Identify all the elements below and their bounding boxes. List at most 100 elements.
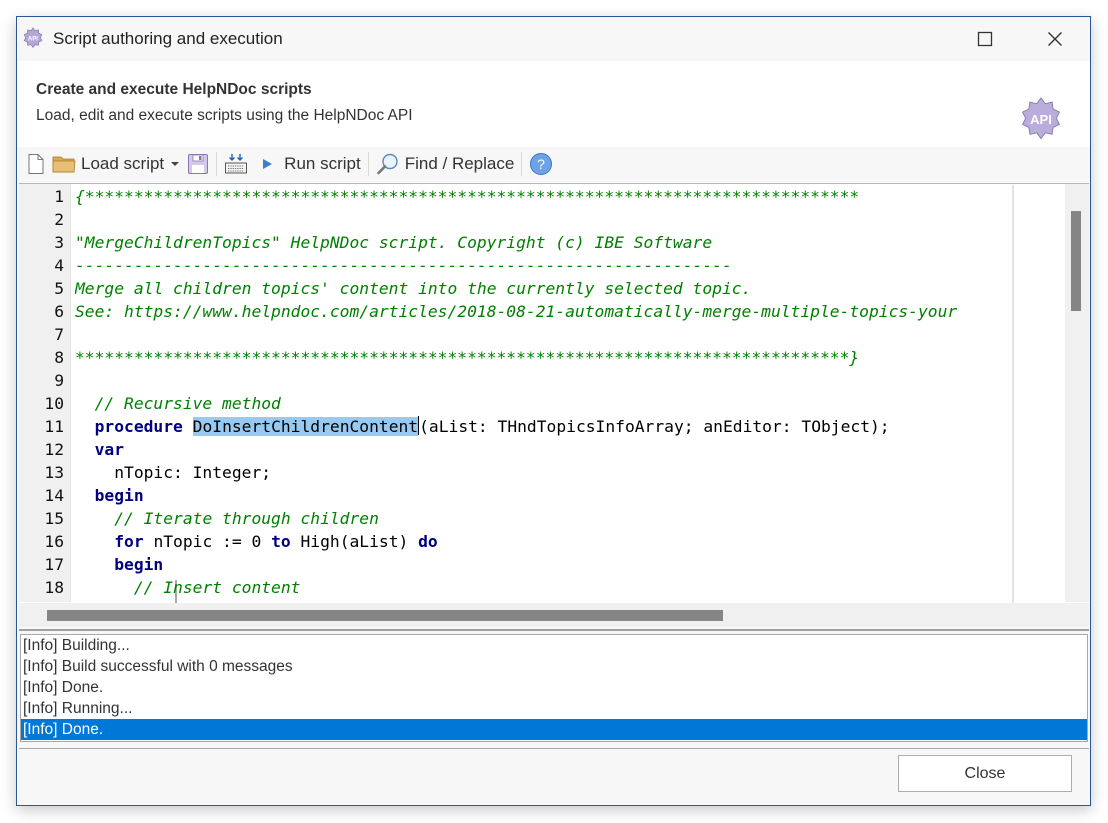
panel-splitter[interactable] xyxy=(19,629,1089,631)
horizontal-scrollbar[interactable] xyxy=(19,603,1089,627)
code-area[interactable]: {***************************************… xyxy=(75,185,1063,603)
line-number: 6 xyxy=(54,302,64,321)
maximize-icon xyxy=(977,31,993,47)
code-line[interactable]: See: https://www.helpndoc.com/articles/2… xyxy=(75,300,957,323)
output-log[interactable]: [Info] Building... [Info] Build successfu… xyxy=(20,634,1088,742)
code-line[interactable]: // Insert content xyxy=(75,576,301,599)
code-line[interactable]: ----------------------------------------… xyxy=(75,254,732,277)
chevron-down-icon[interactable] xyxy=(169,159,181,169)
line-number: 4 xyxy=(54,256,64,275)
line-number: 7 xyxy=(54,325,64,344)
api-gear-icon: API xyxy=(23,27,43,48)
code-line[interactable]: nTopic: Integer; xyxy=(75,461,271,484)
new-document-icon xyxy=(28,154,44,174)
code-keyword: to xyxy=(271,532,291,551)
line-number-gutter: 1 2 3 4 5 6 7 8 9 10 11 12 13 14 15 16 17 18 xyxy=(19,184,71,602)
right-margin-line xyxy=(1012,185,1014,603)
code-comment: Merge all children topics' content into … xyxy=(75,279,752,298)
code-line[interactable]: procedure DoInsertChildrenContent(aList:… xyxy=(75,415,890,438)
save-script-button[interactable] xyxy=(184,149,212,179)
line-number: 5 xyxy=(54,279,64,298)
line-number: 16 xyxy=(44,532,64,551)
play-icon xyxy=(263,159,273,169)
code-line[interactable]: var xyxy=(75,438,124,461)
code-comment: ****************************************… xyxy=(75,348,860,367)
folder-icon xyxy=(52,156,76,173)
code-text: (aList: THndTopicsInfoArray; anEditor: T… xyxy=(419,417,890,436)
code-keyword: do xyxy=(418,532,438,551)
svg-text:API: API xyxy=(28,36,38,42)
title-bar[interactable]: API Script authoring and execution xyxy=(17,17,1090,61)
find-replace-button[interactable]: Find / Replace xyxy=(373,149,518,179)
code-line[interactable]: begin xyxy=(75,553,163,576)
dialog-header: Create and execute HelpNDoc scripts Load… xyxy=(17,61,1090,147)
log-entry[interactable]: [Info] Done. xyxy=(21,719,1087,740)
line-number: 14 xyxy=(44,486,64,505)
code-keyword: var xyxy=(94,440,125,459)
code-comment: ----------------------------------------… xyxy=(75,256,732,275)
line-number: 8 xyxy=(54,348,64,367)
close-icon xyxy=(1048,32,1062,46)
code-line[interactable]: begin xyxy=(75,484,144,507)
help-button[interactable]: ? xyxy=(526,149,556,179)
close-window-button[interactable] xyxy=(1032,17,1078,61)
script-dialog: API Script authoring and execution Creat… xyxy=(16,16,1091,806)
log-entry[interactable]: [Info] Done. xyxy=(21,677,1087,698)
code-line[interactable]: Merge all children topics' content into … xyxy=(75,277,751,300)
header-title: Create and execute HelpNDoc scripts xyxy=(36,81,312,98)
code-comment: See: https://www.helpndoc.com/articles/2… xyxy=(75,302,958,321)
line-number: 9 xyxy=(54,371,64,390)
line-number: 17 xyxy=(44,555,64,574)
load-script-button[interactable]: Load script xyxy=(49,149,184,179)
close-button[interactable]: Close xyxy=(898,755,1072,792)
line-number: 18 xyxy=(44,578,64,597)
toolbar-separator xyxy=(367,152,369,176)
build-keyboard-icon xyxy=(225,154,248,174)
code-line[interactable]: for nTopic := 0 to High(aList) do xyxy=(75,530,438,553)
new-script-button[interactable] xyxy=(23,149,49,179)
code-text: nTopic := 0 xyxy=(143,532,272,551)
maximize-button[interactable] xyxy=(962,17,1008,61)
svg-text:API: API xyxy=(1030,112,1052,127)
toolbar-separator xyxy=(216,152,218,176)
code-line[interactable]: ****************************************… xyxy=(75,346,859,369)
line-number: 12 xyxy=(44,440,64,459)
line-number: 10 xyxy=(44,394,64,413)
vertical-scroll-thumb[interactable] xyxy=(1071,211,1081,311)
line-number: 1 xyxy=(54,187,64,206)
run-script-button[interactable]: Run script xyxy=(257,149,364,179)
code-editor[interactable]: 1 2 3 4 5 6 7 8 9 10 11 12 13 14 15 16 17 18 {***********… xyxy=(19,183,1089,603)
code-comment: // Insert content xyxy=(133,578,301,597)
code-line[interactable]: "MergeChildrenTopics" HelpNDoc script. C… xyxy=(75,231,712,254)
code-comment: // Recursive method xyxy=(94,394,281,413)
build-script-button[interactable] xyxy=(221,149,251,179)
run-script-label: Run script xyxy=(284,154,361,173)
code-comment: "MergeChildrenTopics" HelpNDoc script. C… xyxy=(75,233,713,252)
log-entry[interactable]: [Info] Building... xyxy=(21,635,1087,656)
vertical-scrollbar[interactable] xyxy=(1065,184,1089,602)
log-entry[interactable]: [Info] Running... xyxy=(21,698,1087,719)
horizontal-scroll-thumb[interactable] xyxy=(47,610,723,621)
magnifier-icon xyxy=(376,153,398,175)
code-keyword: begin xyxy=(114,555,164,574)
code-keyword: begin xyxy=(94,486,144,505)
code-line[interactable]: {***************************************… xyxy=(75,185,859,208)
code-line[interactable]: // Recursive method xyxy=(75,392,281,415)
line-number: 2 xyxy=(54,210,64,229)
find-replace-label: Find / Replace xyxy=(404,154,515,173)
code-line[interactable]: // Iterate through children xyxy=(75,507,379,530)
log-entry[interactable]: [Info] Build successful with 0 messages xyxy=(21,656,1087,677)
line-number: 11 xyxy=(44,417,64,436)
load-script-label: Load script xyxy=(81,154,165,173)
code-text: High(aList) xyxy=(290,532,419,551)
line-number: 3 xyxy=(54,233,64,252)
toolbar-separator xyxy=(521,152,523,176)
code-comment: {***************************************… xyxy=(75,187,860,206)
code-keyword: for xyxy=(114,532,144,551)
